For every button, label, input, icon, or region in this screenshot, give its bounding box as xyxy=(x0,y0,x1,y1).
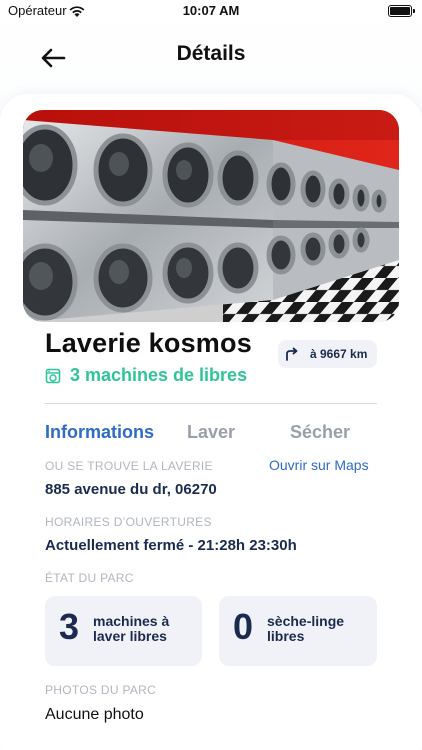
no-photo-text: Aucune photo xyxy=(45,706,144,723)
clock: 10:07 AM xyxy=(182,3,240,18)
distance-label: à 9667 km xyxy=(310,347,368,361)
washers-text-line2: laver libres xyxy=(93,628,167,644)
divider xyxy=(45,403,377,404)
dryers-text-line2: libres xyxy=(267,628,305,644)
location-label: OU SE TROUVE LA LAVERIE xyxy=(45,459,213,473)
photos-label: PHOTOS DU PARC xyxy=(45,683,157,697)
laundry-photo xyxy=(23,110,399,322)
laundry-name: Laverie kosmos xyxy=(45,328,252,358)
park-label: ÉTAT DU PARC xyxy=(45,571,134,585)
hours-label: HORAIRES D’OUVERTURES xyxy=(45,515,212,529)
address: 885 avenue du dr, 06270 xyxy=(45,481,217,498)
page-title: Détails xyxy=(176,42,246,65)
washers-text: machines à laver libres xyxy=(93,614,169,644)
washers-text-line1: machines à xyxy=(93,613,170,629)
tab-laver[interactable]: Laver xyxy=(187,422,235,443)
availability-label: 3 machines de libres xyxy=(70,365,248,385)
directions-icon xyxy=(286,347,298,361)
washers-stat: 3 machines à laver libres xyxy=(45,596,202,666)
open-maps-link[interactable]: Ouvrir sur Maps xyxy=(269,457,369,473)
tab-secher[interactable]: Sécher xyxy=(290,422,350,443)
dryers-text: sèche-linge libres xyxy=(267,614,344,644)
washers-count: 3 xyxy=(59,606,80,647)
tab-informations[interactable]: Informations xyxy=(45,422,157,443)
distance-badge[interactable]: à 9667 km xyxy=(278,340,377,368)
dryers-count: 0 xyxy=(233,606,254,647)
status-bar: Opérateur 10:07 AM xyxy=(0,0,422,24)
dryers-stat: 0 sèche-linge libres xyxy=(219,596,377,666)
dryers-text-line1: sèche-linge xyxy=(267,613,345,629)
washing-machine-icon xyxy=(45,368,61,384)
battery-icon xyxy=(388,5,415,17)
hours-value: Actuellement fermé - 21:28h 23:30h xyxy=(45,537,297,554)
